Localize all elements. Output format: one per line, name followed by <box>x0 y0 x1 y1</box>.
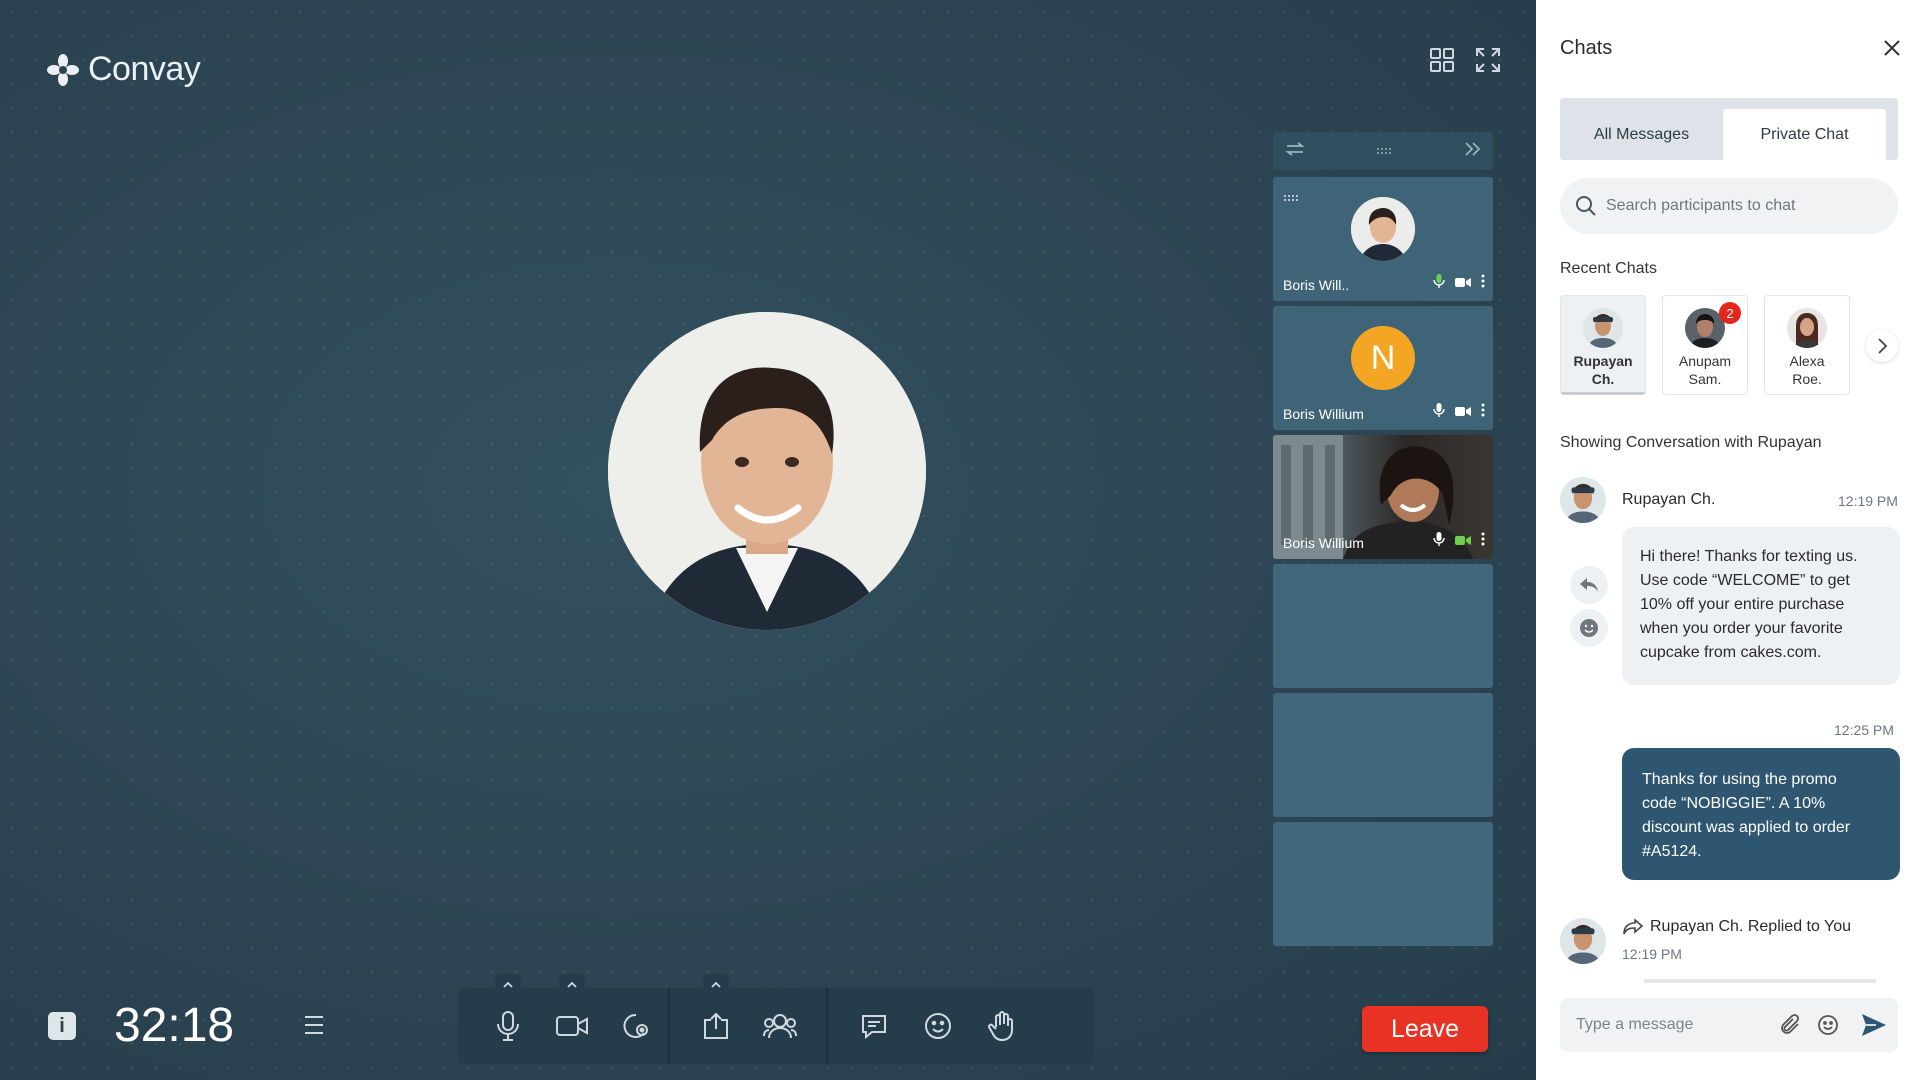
meeting-toolbar <box>458 974 1094 1064</box>
avatar <box>1787 308 1827 348</box>
participant-name: Boris Will.. <box>1283 277 1350 293</box>
close-icon[interactable] <box>1880 36 1904 60</box>
conversation-label: Showing Conversation with Rupayan <box>1560 434 1822 451</box>
camera-options-chevron-up-icon[interactable] <box>559 974 585 996</box>
microphone-active-icon <box>1433 274 1445 293</box>
meeting-stage: Convay Boris Will.. N Boris Willium Bori… <box>0 0 1536 1080</box>
message-time: 12:19 PM <box>1838 493 1898 509</box>
recent-chats-label: Recent Chats <box>1560 260 1657 277</box>
more-options-icon[interactable] <box>1481 403 1485 422</box>
incoming-message-bubble: Hi there! Thanks for texting us. Use cod… <box>1622 527 1900 685</box>
menu-icon[interactable] <box>302 1014 326 1041</box>
drag-handle-icon[interactable] <box>1376 142 1392 160</box>
share-screen-icon <box>704 1012 728 1039</box>
chat-panel: Chats All Messages Private Chat Recent C… <box>1536 0 1920 1080</box>
recent-chat-name: Anupam Sam. <box>1678 353 1732 387</box>
recent-chats-list: Rupayan Ch. 2 Anupam Sam. Alexa Roe. <box>1560 295 1850 395</box>
participant-tile[interactable]: N Boris Willium <box>1273 306 1493 430</box>
participant-tile[interactable]: Boris Will.. <box>1273 177 1493 301</box>
participants-button[interactable] <box>748 996 812 1056</box>
meeting-timer: 32:18 <box>114 999 235 1052</box>
outgoing-message-bubble: Thanks for using the promo code “NOBIGGI… <box>1622 748 1900 880</box>
reply-icon[interactable] <box>1570 566 1608 604</box>
microphone-icon <box>497 1011 519 1041</box>
participant-initial-avatar: N <box>1351 326 1415 390</box>
microphone-icon <box>1433 403 1445 422</box>
swap-icon[interactable] <box>1285 141 1305 162</box>
camera-icon <box>556 1016 588 1036</box>
avatar <box>1560 477 1606 523</box>
react-emoji-icon[interactable] <box>1570 609 1608 647</box>
share-screen-button[interactable] <box>684 974 748 1056</box>
chat-button[interactable] <box>842 996 906 1056</box>
camera-active-icon <box>1455 533 1471 551</box>
tab-private-chat[interactable]: Private Chat <box>1723 109 1886 160</box>
microphone-button[interactable] <box>476 974 540 1056</box>
emoji-icon <box>925 1013 951 1039</box>
active-speaker-avatar <box>608 312 926 630</box>
fullscreen-icon[interactable] <box>1474 46 1502 74</box>
info-icon[interactable]: i <box>48 1012 76 1040</box>
empty-tile <box>1273 693 1493 817</box>
effects-icon <box>623 1013 648 1038</box>
leave-button[interactable]: Leave <box>1362 1006 1488 1052</box>
camera-button[interactable] <box>540 974 604 1056</box>
message-sender: Rupayan Ch. <box>1622 491 1716 508</box>
attachment-icon[interactable] <box>1778 1013 1802 1042</box>
recent-chat-name: Rupayan Ch. <box>1573 353 1633 387</box>
message-input[interactable] <box>1576 1016 1776 1034</box>
microphone-options-chevron-up-icon[interactable] <box>495 974 521 996</box>
drag-handle-icon[interactable] <box>1283 189 1299 207</box>
recent-chat-item[interactable]: Rupayan Ch. <box>1560 295 1646 395</box>
raise-hand-icon <box>988 1011 1013 1042</box>
reactions-button[interactable] <box>906 996 970 1056</box>
search-input[interactable] <box>1606 197 1866 215</box>
grid-view-icon[interactable] <box>1428 46 1456 74</box>
raise-hand-button[interactable] <box>970 996 1034 1056</box>
message-time: 12:25 PM <box>1834 722 1894 738</box>
forward-reply-icon <box>1622 918 1644 941</box>
recent-chat-item[interactable]: Alexa Roe. <box>1764 295 1850 395</box>
reply-notice: Rupayan Ch. Replied to You <box>1650 918 1852 935</box>
avatar <box>1560 918 1606 964</box>
share-options-chevron-up-icon[interactable] <box>703 974 729 996</box>
search-icon <box>1576 196 1596 216</box>
participant-tile[interactable]: Boris Willium <box>1273 435 1493 559</box>
participant-avatar <box>1351 197 1415 261</box>
tab-all-messages[interactable]: All Messages <box>1560 109 1723 160</box>
more-options-icon[interactable] <box>1481 532 1485 551</box>
avatar <box>1583 308 1623 348</box>
camera-icon <box>1455 275 1471 293</box>
camera-icon <box>1455 404 1471 422</box>
convay-logo-icon <box>47 53 79 86</box>
message-composer[interactable] <box>1560 998 1898 1052</box>
participant-name: Boris Willium <box>1283 406 1364 422</box>
chat-tabs: All Messages Private Chat <box>1560 98 1898 160</box>
chat-panel-title: Chats <box>1560 37 1613 59</box>
collapse-strip-icon[interactable] <box>1463 141 1481 162</box>
send-icon[interactable] <box>1860 1012 1888 1043</box>
chat-icon <box>862 1015 886 1040</box>
message-time: 12:19 PM <box>1622 946 1682 962</box>
brand-name: Convay <box>88 50 201 88</box>
message-preview-edge <box>1644 979 1876 983</box>
more-options-icon[interactable] <box>1481 274 1485 293</box>
participants-icon <box>763 1014 797 1039</box>
empty-tile <box>1273 564 1493 688</box>
recent-chat-name: Alexa Roe. <box>1789 353 1825 387</box>
participant-name: Boris Willium <box>1283 535 1364 551</box>
unread-badge: 2 <box>1719 302 1741 324</box>
chevron-right-icon[interactable] <box>1866 330 1898 362</box>
emoji-icon[interactable] <box>1816 1013 1840 1042</box>
participant-search[interactable] <box>1560 178 1898 234</box>
microphone-icon <box>1433 532 1445 551</box>
participant-strip-header <box>1273 132 1493 170</box>
recent-chat-item[interactable]: 2 Anupam Sam. <box>1662 295 1748 395</box>
brand-logo: Convay <box>46 50 201 89</box>
effects-button[interactable] <box>604 996 668 1056</box>
empty-tile <box>1273 822 1493 946</box>
